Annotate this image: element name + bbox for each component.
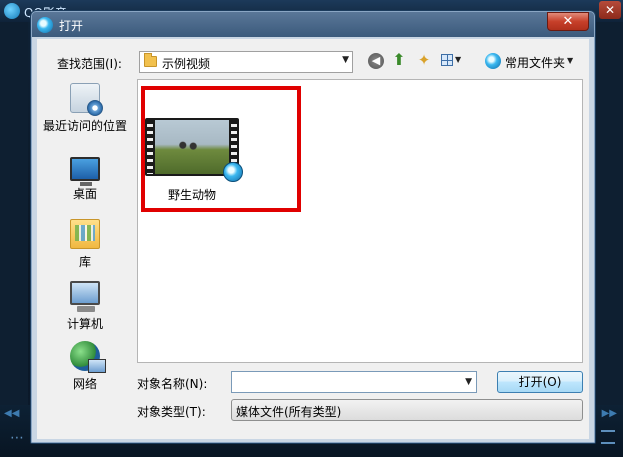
up-folder-icon[interactable]: ⬆ [390,51,408,69]
file-list[interactable]: 野生动物 [137,79,583,363]
chevron-down-icon: ▼ [567,56,574,65]
place-desktop[interactable]: 桌面 [37,157,133,202]
place-label: 网络 [72,377,97,391]
place-label: 计算机 [66,317,103,331]
place-label: 最近访问的位置 [42,119,127,133]
look-in-combo[interactable]: 示例视频 ▼ [139,51,353,73]
player-close-button[interactable]: ✕ [599,1,621,19]
chevron-down-icon: ▼ [455,55,462,64]
library-icon [70,219,100,249]
player-left-edge [0,22,28,422]
back-icon[interactable]: ◀ [368,53,384,69]
film-strip-left [147,120,153,174]
folder-icon [144,53,157,67]
favorites-label: 常用文件夹 [505,56,566,70]
open-dialog: 打开 ✕ 查找范围(I): 示例视频 ▼ ◀ ⬆ ✦ ▼ 常用文件夹 ▼ 最近访… [30,10,596,444]
place-library[interactable]: 库 [37,219,133,270]
file-name-label: 对象名称(N): [137,377,208,391]
playlist-icon[interactable] [601,430,615,444]
place-recent[interactable]: 最近访问的位置 [37,83,133,134]
file-name: 野生动物 [167,188,216,202]
file-type-value: 媒体文件(所有类型) [236,405,342,419]
file-type-label: 对象类型(T): [137,405,206,419]
qq-player-icon [37,17,53,33]
fast-forward-icon[interactable]: ▶▶ [602,408,617,419]
look-in-label: 查找范围(I): [57,57,122,71]
video-thumbnail [145,118,243,182]
recent-places-icon [70,83,103,116]
network-icon [70,341,106,373]
place-computer[interactable]: 计算机 [37,281,133,332]
chevron-down-icon[interactable]: ▼ [465,377,472,387]
chevron-down-icon[interactable]: ▼ [342,55,349,65]
place-label: 桌面 [72,187,97,201]
computer-icon [70,281,100,312]
view-menu-button[interactable]: ▼ [439,51,463,71]
favorites-button[interactable]: 常用文件夹 ▼ [483,51,583,71]
dialog-title: 打开 [59,19,84,33]
view-grid-icon [441,54,453,66]
file-item[interactable]: 野生动物 [144,118,243,208]
place-network[interactable]: 网络 [37,341,133,392]
qq-player-icon [485,53,501,69]
places-bar: 最近访问的位置 桌面 库 计算机 网络 [37,79,133,439]
player-right-edge [595,22,623,422]
new-folder-icon[interactable]: ✦ [415,51,433,69]
place-label: 库 [78,255,91,269]
qq-player-icon [223,162,243,182]
look-in-value: 示例视频 [162,57,211,71]
rewind-icon[interactable]: ◀◀ [4,408,19,419]
dialog-close-button[interactable]: ✕ [547,12,589,31]
desktop-icon [70,157,100,186]
file-type-select[interactable]: 媒体文件(所有类型) [231,399,583,421]
footprint-icon[interactable]: ⋯ [10,430,24,446]
app-logo-icon [4,3,20,19]
file-name-input[interactable]: ▼ [231,371,477,393]
video-frame [155,120,229,174]
dialog-client: 查找范围(I): 示例视频 ▼ ◀ ⬆ ✦ ▼ 常用文件夹 ▼ 最近访问的位置 … [37,39,589,439]
dialog-titlebar: 打开 ✕ [31,11,595,39]
open-button[interactable]: 打开(O) [497,371,583,393]
